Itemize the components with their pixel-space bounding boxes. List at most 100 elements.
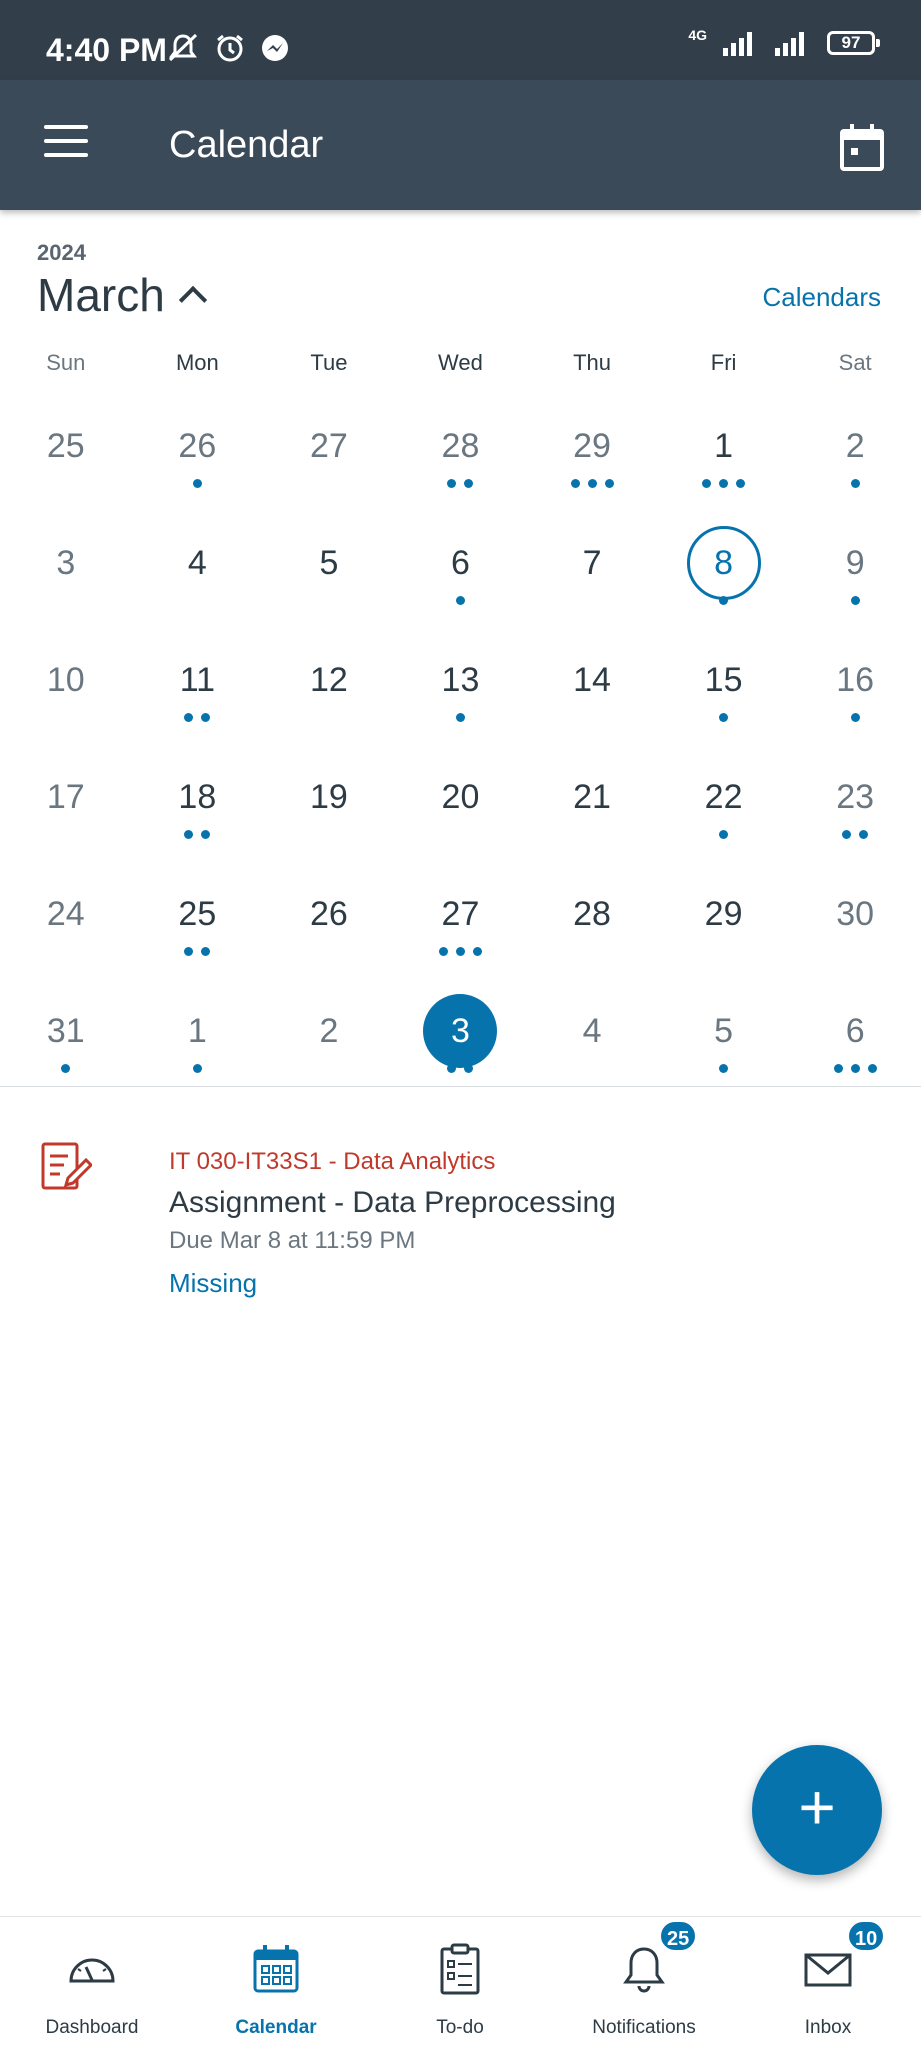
calendar-day[interactable]: 5 xyxy=(263,517,395,634)
day-number: 5 xyxy=(714,1012,734,1050)
day-number: 18 xyxy=(178,778,217,816)
calendar-day[interactable]: 4 xyxy=(132,517,264,634)
day-number: 29 xyxy=(573,427,611,465)
menu-icon[interactable] xyxy=(44,125,88,165)
day-number: 25 xyxy=(46,427,85,465)
calendar-day[interactable]: 3 xyxy=(0,517,132,634)
calendar-day[interactable]: 31 xyxy=(0,985,132,1102)
calendar-day[interactable]: 16 xyxy=(789,634,921,751)
calendar-day[interactable]: 7 xyxy=(526,517,658,634)
messenger-icon xyxy=(262,35,288,61)
day-number: 19 xyxy=(309,778,348,816)
day-number: 6 xyxy=(451,544,470,582)
calendar-day[interactable]: 15 xyxy=(658,634,790,751)
event-dot xyxy=(842,830,852,839)
day-number: 28 xyxy=(441,427,480,465)
day-number: 30 xyxy=(836,895,875,933)
day-number: 7 xyxy=(582,544,602,582)
day-number: 2 xyxy=(319,1012,339,1050)
day-number: 4 xyxy=(582,1012,602,1050)
inbox-badge: 10 xyxy=(846,1919,887,1953)
calendar-day[interactable]: 18 xyxy=(132,751,264,868)
event-dots xyxy=(395,713,527,722)
weekday-label: Sun xyxy=(46,350,86,375)
event-dots xyxy=(132,1064,264,1073)
month-selector[interactable]: March xyxy=(37,268,207,322)
calendar-day[interactable]: 23 xyxy=(789,751,921,868)
event-due-date: Due Mar 8 at 11:59 PM xyxy=(169,1227,416,1254)
calendar-day[interactable]: 14 xyxy=(526,634,658,751)
day-number: 10 xyxy=(46,661,85,699)
calendar-day[interactable]: 2 xyxy=(263,985,395,1102)
event-dot xyxy=(184,947,194,956)
day-number: 31 xyxy=(46,1012,85,1050)
calendar-day[interactable]: 9 xyxy=(789,517,921,634)
calendar-day[interactable]: 4 xyxy=(526,985,658,1102)
nav-inbox[interactable]: 10 Inbox xyxy=(736,1917,920,2049)
event-dot xyxy=(447,479,457,488)
day-number: 14 xyxy=(573,661,611,699)
calendar-day[interactable]: 26 xyxy=(263,868,395,985)
calendar-day[interactable]: 8 xyxy=(658,517,790,634)
nav-dashboard[interactable]: Dashboard xyxy=(0,1917,184,2049)
calendar-day[interactable]: 20 xyxy=(395,751,527,868)
calendar-day[interactable]: 21 xyxy=(526,751,658,868)
calendar-day[interactable]: 17 xyxy=(0,751,132,868)
calendar-day[interactable]: 22 xyxy=(658,751,790,868)
calendar-day[interactable]: 29 xyxy=(658,868,790,985)
nav-todo[interactable]: To-do xyxy=(368,1917,552,2049)
event-dot xyxy=(464,479,474,488)
calendar-day[interactable]: 26 xyxy=(132,400,264,517)
calendar-day[interactable]: 29 xyxy=(526,400,658,517)
event-dot xyxy=(438,947,448,956)
calendar-day[interactable]: 25 xyxy=(132,868,264,985)
status-bar: 4:40 PM 4G 97 xyxy=(0,0,921,80)
calendar-day[interactable]: 2 xyxy=(789,400,921,517)
calendar-day[interactable]: 1 xyxy=(658,400,790,517)
nav-label: Dashboard xyxy=(45,2017,139,2038)
event-dots xyxy=(658,830,790,839)
nav-notifications[interactable]: 25 Notifications xyxy=(552,1917,736,2049)
calendar-day[interactable]: 12 xyxy=(263,634,395,751)
nav-calendar[interactable]: Calendar xyxy=(184,1917,368,2049)
month-label: March xyxy=(37,269,165,321)
calendar-today-icon[interactable] xyxy=(839,122,885,172)
calendar-day[interactable]: 1 xyxy=(132,985,264,1102)
calendar-day[interactable]: 25 xyxy=(0,400,132,517)
network-type: 4G xyxy=(688,27,707,43)
calendar-day[interactable]: 27 xyxy=(395,868,527,985)
event-dot xyxy=(201,713,211,722)
calendar-day[interactable]: 5 xyxy=(658,985,790,1102)
day-number: 4 xyxy=(187,544,207,582)
calendar-day[interactable]: 10 xyxy=(0,634,132,751)
calendar-day[interactable]: 13 xyxy=(395,634,527,751)
event-dots xyxy=(395,1064,527,1073)
weekday-label: Thu xyxy=(573,350,611,375)
calendar-day[interactable]: 28 xyxy=(395,400,527,517)
add-event-button[interactable]: + xyxy=(752,1745,882,1875)
calendars-link[interactable]: Calendars xyxy=(762,282,881,313)
calendar-day[interactable]: 11 xyxy=(132,634,264,751)
status-time: 4:40 PM xyxy=(46,32,167,68)
weekday-label: Wed xyxy=(438,350,483,375)
signal-icon-2 xyxy=(775,32,804,56)
event-dot xyxy=(447,1064,457,1073)
day-number: 9 xyxy=(845,544,865,582)
calendar-day[interactable]: 24 xyxy=(0,868,132,985)
day-number: 29 xyxy=(704,895,743,933)
calendar-day[interactable]: 19 xyxy=(263,751,395,868)
event-dot xyxy=(850,1064,860,1073)
event-course: IT 030-IT33S1 - Data Analytics xyxy=(169,1148,496,1175)
weekday-header: Sun Mon Tue Wed Thu Fri Sat xyxy=(0,350,921,376)
calendar-day[interactable]: 28 xyxy=(526,868,658,985)
calendar-day[interactable]: 6 xyxy=(789,985,921,1102)
calendar-day[interactable]: 27 xyxy=(263,400,395,517)
event-dot xyxy=(736,479,746,488)
calendar-day[interactable]: 6 xyxy=(395,517,527,634)
event-dots xyxy=(132,830,264,839)
calendar-day[interactable]: 30 xyxy=(789,868,921,985)
event-dot xyxy=(464,1064,474,1073)
event-dots xyxy=(395,947,527,956)
calendar-day[interactable]: 3 xyxy=(395,985,527,1102)
day-number: 11 xyxy=(179,661,215,699)
